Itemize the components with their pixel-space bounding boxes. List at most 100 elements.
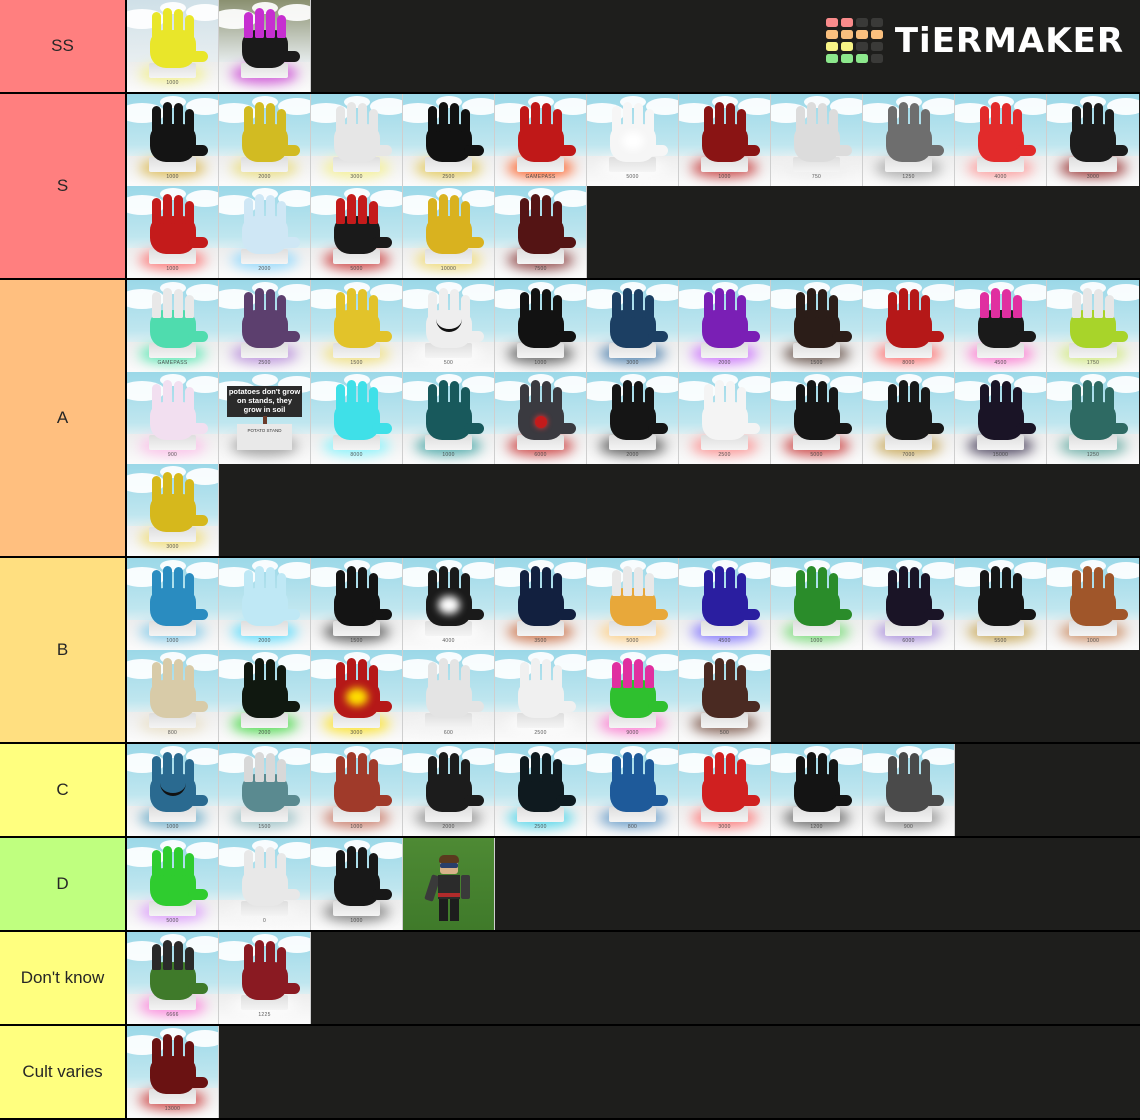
tier-label[interactable]: B xyxy=(0,558,127,742)
tier-item[interactable]: 1000 xyxy=(495,280,587,372)
tier-item[interactable]: 8000 xyxy=(311,372,403,464)
tier-item[interactable]: 900 xyxy=(127,372,219,464)
tier-item[interactable]: 750 xyxy=(771,94,863,186)
tier-item[interactable]: GAMEPASS xyxy=(127,280,219,372)
tier-item[interactable]: 900 xyxy=(863,744,955,836)
tier-item[interactable]: 6666 xyxy=(127,932,219,1024)
tier-item[interactable]: 500 xyxy=(679,650,771,742)
tier-item[interactable]: 1500 xyxy=(219,744,311,836)
tier-item[interactable]: 1000 xyxy=(311,744,403,836)
tier-item[interactable]: 2000 xyxy=(219,650,311,742)
tier-item[interactable]: 1250 xyxy=(1047,372,1139,464)
glove-finger-1 xyxy=(887,292,897,318)
tier-item[interactable]: 5000 xyxy=(587,94,679,186)
tier-item[interactable]: 1750 xyxy=(1047,280,1139,372)
tier-items[interactable]: 5000 0 1000 xyxy=(127,838,1140,930)
tier-item[interactable]: 2000 xyxy=(219,186,311,278)
tier-item[interactable]: 4500 xyxy=(679,558,771,650)
tier-item[interactable]: 10000 xyxy=(403,186,495,278)
tier-item[interactable]: 5000 xyxy=(587,558,679,650)
tier-item[interactable]: 1000 xyxy=(127,94,219,186)
tier-item[interactable]: 2500 xyxy=(403,94,495,186)
tier-item[interactable]: 7500 xyxy=(495,186,587,278)
tier-label[interactable]: D xyxy=(0,838,127,930)
glove-thumb xyxy=(739,609,760,620)
tier-item[interactable]: 2500 xyxy=(495,744,587,836)
tier-item[interactable]: 800 xyxy=(127,650,219,742)
tier-item[interactable]: 3000 xyxy=(311,650,403,742)
tier-items[interactable]: 1000 1500 1000 2000 2500 800 3000 1200 900 xyxy=(127,744,1140,836)
tier-item[interactable]: 6000 xyxy=(495,372,587,464)
tier-item[interactable]: 3500 xyxy=(495,558,587,650)
glove-finger-1 xyxy=(151,12,161,38)
tier-item[interactable]: 1000 xyxy=(311,838,403,930)
glove-finger-1 xyxy=(611,384,621,410)
tier-item[interactable]: 2000 xyxy=(403,744,495,836)
tier-item[interactable]: 2000 xyxy=(219,558,311,650)
tier-item[interactable] xyxy=(403,838,495,930)
tier-item[interactable]: 2500 xyxy=(219,280,311,372)
tier-label[interactable]: C xyxy=(0,744,127,836)
glove-thumb xyxy=(187,237,208,248)
tier-item[interactable]: 8000 xyxy=(863,280,955,372)
tier-item[interactable] xyxy=(219,0,311,92)
tier-items[interactable]: GAMEPASS 2500 1500 500 1000 3000 2000 1500 8000 4… xyxy=(127,280,1140,556)
tier-item[interactable]: 3000 xyxy=(311,94,403,186)
tier-label[interactable]: A xyxy=(0,280,127,556)
tier-item[interactable]: 1000 xyxy=(127,0,219,92)
glove-finger-4 xyxy=(184,947,194,970)
tier-item[interactable]: 1250 xyxy=(863,94,955,186)
glove-finger-1 xyxy=(795,756,805,782)
tier-item[interactable]: 2000 xyxy=(219,94,311,186)
tier-item[interactable]: 1200 xyxy=(771,744,863,836)
tier-items[interactable]: 6666 1225 xyxy=(127,932,1140,1024)
tier-item[interactable]: 1000 xyxy=(771,558,863,650)
tier-item[interactable]: 1500 xyxy=(771,280,863,372)
tier-item[interactable]: 5000 xyxy=(771,372,863,464)
tier-item[interactable]: 9000 xyxy=(587,650,679,742)
tier-item[interactable]: 2000 xyxy=(679,280,771,372)
tier-item[interactable]: 1500 xyxy=(311,280,403,372)
tier-item[interactable]: 4000 xyxy=(955,94,1047,186)
tier-item[interactable]: 3000 xyxy=(587,280,679,372)
tier-label[interactable]: SS xyxy=(0,0,127,92)
tier-item[interactable]: 7000 xyxy=(863,372,955,464)
tier-item[interactable]: 1000 xyxy=(127,186,219,278)
tier-item[interactable]: 3000 xyxy=(1047,94,1139,186)
tier-items[interactable]: 1000 2000 1500 4000 3500 5000 4500 1000 6000 5500… xyxy=(127,558,1140,742)
tier-item[interactable]: 6000 xyxy=(863,558,955,650)
tier-list-board: TiERMAKER SS 1000 S 1000 2000 3000 2500 GAMEPAS… xyxy=(0,0,1140,1120)
tier-item[interactable]: 4500 xyxy=(955,280,1047,372)
tier-item[interactable]: 500 xyxy=(403,280,495,372)
tier-item[interactable]: 15000 xyxy=(955,372,1047,464)
tier-item[interactable]: 5000 xyxy=(127,838,219,930)
tier-item[interactable]: potatoes don't grow on stands, they grow… xyxy=(219,372,311,464)
tier-item[interactable]: 2500 xyxy=(495,650,587,742)
glove-finger-2 xyxy=(438,566,448,596)
tier-items[interactable]: 1000 2000 3000 2500 GAMEPASS 5000 1000 750 1250 4… xyxy=(127,94,1140,278)
tier-item[interactable]: 1225 xyxy=(219,932,311,1024)
tier-item[interactable]: 3000 xyxy=(127,464,219,556)
tier-item[interactable]: 5000 xyxy=(311,186,403,278)
tier-items[interactable]: 13000 xyxy=(127,1026,1140,1118)
tier-item[interactable]: 1000 xyxy=(403,372,495,464)
tier-item[interactable]: 1000 xyxy=(127,558,219,650)
tier-item[interactable]: 1500 xyxy=(311,558,403,650)
tier-label[interactable]: S xyxy=(0,94,127,278)
tier-item[interactable]: 2000 xyxy=(587,372,679,464)
tier-item[interactable]: 13000 xyxy=(127,1026,219,1118)
tier-item[interactable]: 2500 xyxy=(679,372,771,464)
tier-item[interactable]: 0 xyxy=(219,838,311,930)
tier-item[interactable]: 800 xyxy=(587,744,679,836)
tier-item[interactable]: 3000 xyxy=(679,744,771,836)
tier-item[interactable]: 1000 xyxy=(1047,558,1139,650)
tier-item[interactable]: 600 xyxy=(403,650,495,742)
tier-item[interactable]: 1000 xyxy=(127,744,219,836)
tier-label[interactable]: Cult varies xyxy=(0,1026,127,1118)
tier-item[interactable]: GAMEPASS xyxy=(495,94,587,186)
glove-finger-4 xyxy=(184,573,194,596)
tier-item[interactable]: 4000 xyxy=(403,558,495,650)
tier-item[interactable]: 5500 xyxy=(955,558,1047,650)
tier-label[interactable]: Don't know xyxy=(0,932,127,1024)
tier-item[interactable]: 1000 xyxy=(679,94,771,186)
